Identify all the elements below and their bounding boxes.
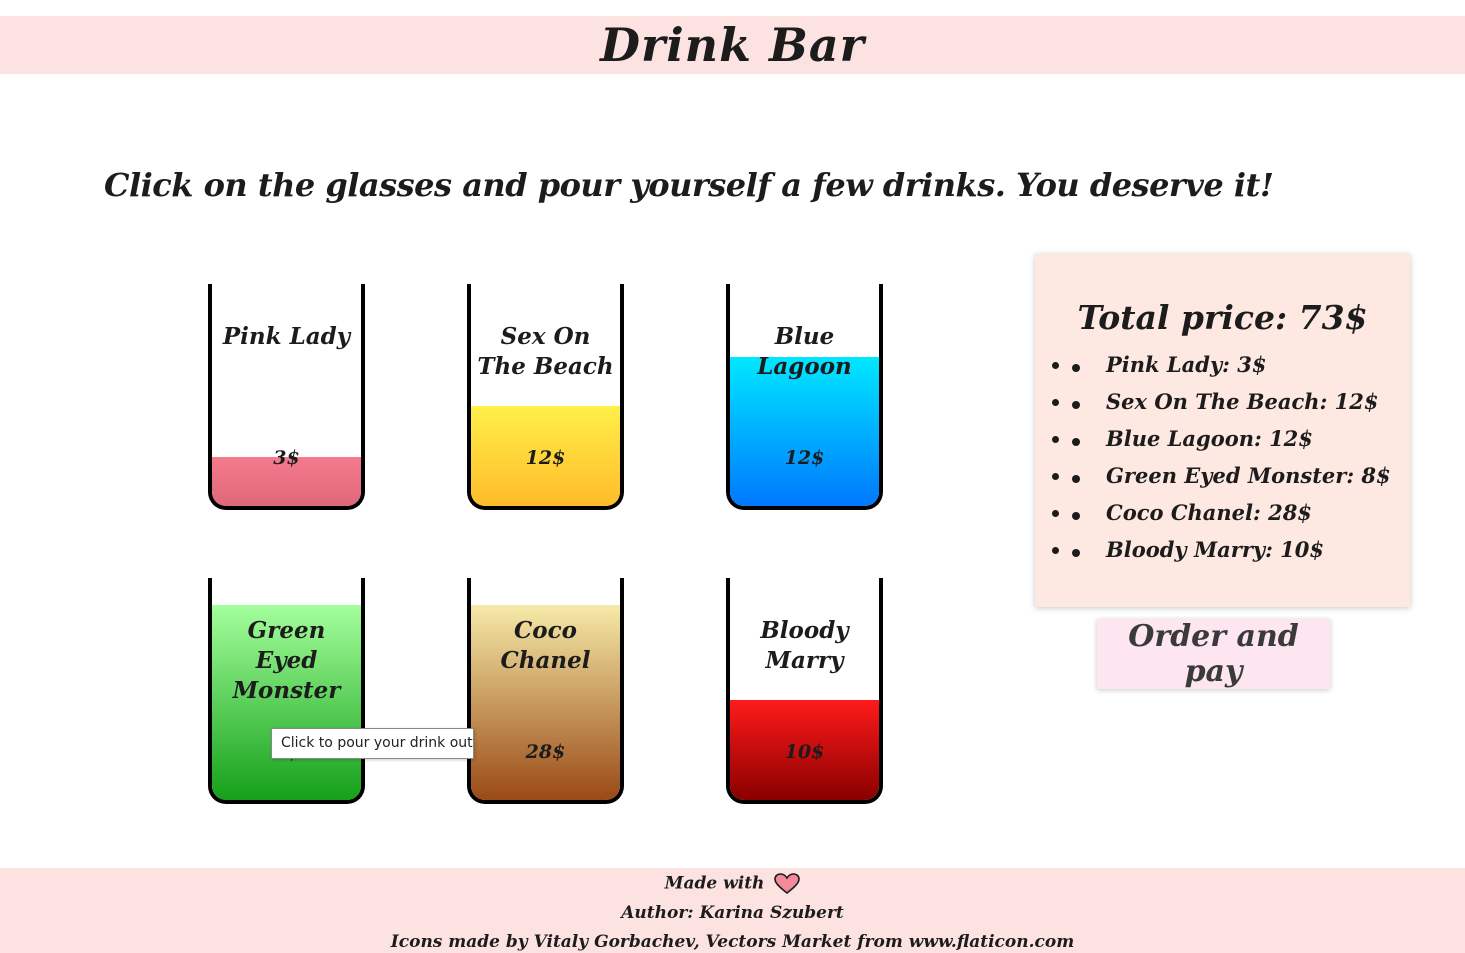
- drink-price: 12$: [525, 447, 566, 469]
- drink-price: 28$: [525, 741, 566, 763]
- drink-name: Sex On The Beach: [477, 323, 614, 380]
- order-and-pay-button[interactable]: Order and pay: [1097, 619, 1330, 689]
- glass-bloody-marry[interactable]: Bloody Marry 10$: [726, 578, 883, 804]
- made-with-text: Made with: [664, 873, 765, 894]
- glass-blue-lagoon[interactable]: Blue Lagoon 12$: [726, 284, 883, 510]
- glass-pink-lady[interactable]: Pink Lady 3$: [208, 284, 365, 510]
- total-price: Total price: 73$: [1077, 298, 1368, 337]
- drink-price: 12$: [784, 447, 825, 469]
- made-with-line: Made with: [0, 873, 1465, 895]
- intro-text: Click on the glasses and pour yourself a…: [104, 166, 1274, 204]
- order-list-item: Bloody Marry: 10$: [1072, 537, 1324, 562]
- glass-green-eyed-monster[interactable]: Green Eyed Monster 8$: [208, 578, 365, 804]
- order-list-item: Green Eyed Monster: 8$: [1072, 463, 1391, 488]
- credits-text: Icons made by Vitaly Gorbachev, Vectors …: [390, 932, 1075, 952]
- drink-name: Coco Chanel: [500, 617, 591, 674]
- glass-coco-chanel[interactable]: Coco Chanel 28$: [467, 578, 624, 804]
- order-list-item: Sex On The Beach: 12$: [1072, 389, 1378, 414]
- drink-name: Bloody Marry: [760, 617, 849, 674]
- drink-name: Green Eyed Monster: [232, 617, 341, 704]
- order-list-item: Blue Lagoon: 12$: [1072, 426, 1313, 451]
- order-list-item: Pink Lady: 3$: [1072, 352, 1266, 377]
- glass-sex-on-the-beach[interactable]: Sex On The Beach 12$: [467, 284, 624, 510]
- footer: Made with Author: Karina Szubert Icons m…: [0, 868, 1465, 953]
- drink-price: 3$: [273, 447, 300, 469]
- drink-name: Pink Lady: [222, 323, 351, 350]
- tooltip: Click to pour your drink out: [271, 728, 474, 759]
- header: Drink Bar: [0, 16, 1465, 74]
- drink-name: Blue Lagoon: [757, 323, 852, 380]
- author-text: Author: Karina Szubert: [621, 903, 844, 923]
- page-title: Drink Bar: [600, 18, 865, 72]
- order-list-item: Coco Chanel: 28$: [1072, 500, 1312, 525]
- heart-icon: [774, 873, 801, 895]
- drink-price: 10$: [784, 741, 825, 763]
